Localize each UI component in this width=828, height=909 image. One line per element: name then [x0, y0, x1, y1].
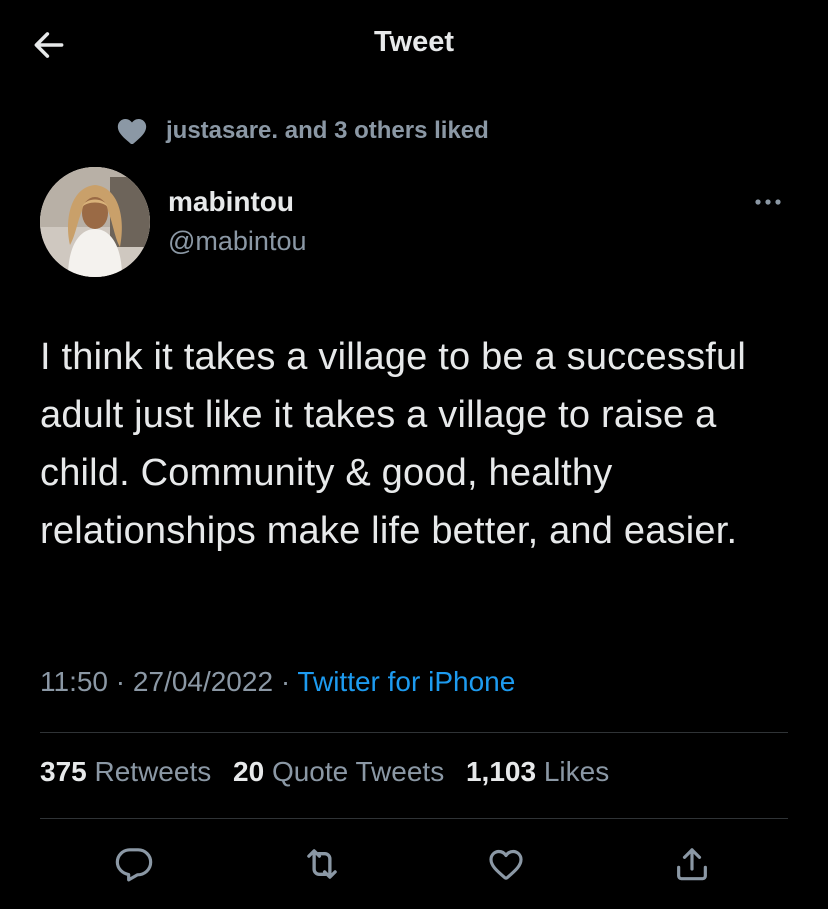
author-handle[interactable]: @mabintou [168, 226, 306, 257]
reply-icon [115, 848, 153, 882]
retweets-label: Retweets [94, 756, 212, 787]
quote-tweets-count: 20 [233, 756, 265, 787]
quote-tweets-label: Quote Tweets [271, 756, 445, 787]
like-button[interactable] [480, 838, 532, 890]
like-icon [489, 849, 523, 880]
divider [40, 818, 788, 819]
quote-tweets-stat[interactable]: 20 Quote Tweets [233, 756, 444, 787]
page-title: Tweet [373, 26, 455, 58]
social-context[interactable]: justasare. and 3 others liked [114, 113, 489, 149]
share-button[interactable] [666, 838, 718, 890]
social-context-text: justasare. and 3 others liked [166, 117, 489, 144]
likes-count: 1,103 [465, 756, 537, 787]
divider [40, 732, 788, 733]
retweet-button[interactable] [296, 838, 348, 890]
more-options-button[interactable] [748, 188, 788, 216]
retweets-stat[interactable]: 375 Retweets [40, 756, 211, 787]
tweet-source-link[interactable]: Twitter for iPhone [297, 666, 515, 697]
heart-filled-icon [114, 113, 150, 149]
retweet-icon [307, 849, 337, 879]
tweet-date[interactable]: 27/04/2022 [133, 666, 273, 697]
reply-button[interactable] [108, 838, 160, 890]
tweet-actions-bar [0, 838, 828, 890]
meta-separator: · [280, 666, 291, 697]
profile-photo [40, 167, 150, 277]
meta-separator: · [115, 666, 126, 697]
likes-stat[interactable]: 1,103 Likes [466, 756, 609, 787]
top-bar: Tweet [0, 0, 828, 90]
avatar[interactable] [40, 167, 150, 277]
engagement-stats: 375 Retweets 20 Quote Tweets 1,103 Likes [40, 756, 623, 788]
tweet-time[interactable]: 11:50 [40, 666, 108, 697]
share-icon [677, 848, 707, 881]
more-horizontal-icon [755, 199, 781, 205]
retweets-count: 375 [40, 756, 87, 787]
likes-label: Likes [543, 756, 610, 787]
tweet-metadata: 11:50 · 27/04/2022 · Twitter for iPhone [40, 666, 515, 698]
author-name[interactable]: mabintou [168, 186, 294, 218]
tweet-text: I think it takes a village to be a succe… [40, 336, 747, 552]
